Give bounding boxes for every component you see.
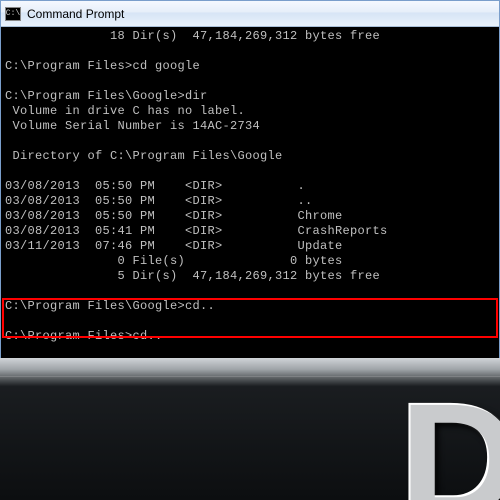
line: 5 Dir(s) 47,184,269,312 bytes free	[5, 269, 380, 283]
wallpaper-letter: D	[400, 368, 500, 500]
line: 18 Dir(s) 47,184,269,312 bytes free	[5, 29, 380, 43]
prompt-line: C:\Program Files\Google>dir	[5, 89, 208, 103]
prompt-line: C:\Program Files>cd..	[5, 329, 163, 343]
window-title: Command Prompt	[27, 7, 124, 21]
prompt-line: C:\Program Files>cd google	[5, 59, 200, 73]
titlebar[interactable]: C:\ Command Prompt	[1, 1, 499, 27]
dir-row: 03/11/2013 07:46 PM <DIR> Update	[5, 239, 343, 253]
cmd-icon-glyph: C:\	[6, 10, 20, 18]
dir-row: 03/08/2013 05:41 PM <DIR> CrashReports	[5, 224, 388, 238]
line: Directory of C:\Program Files\Google	[5, 149, 283, 163]
line: Volume Serial Number is 14AC-2734	[5, 119, 260, 133]
dir-row: 03/08/2013 05:50 PM <DIR> Chrome	[5, 209, 343, 223]
terminal-output[interactable]: 18 Dir(s) 47,184,269,312 bytes free C:\P…	[1, 27, 499, 406]
cmd-icon: C:\	[5, 7, 21, 21]
dir-row: 03/08/2013 05:50 PM <DIR> ..	[5, 194, 313, 208]
command-prompt-window: C:\ Command Prompt 18 Dir(s) 47,184,269,…	[0, 0, 500, 407]
desktop-background: D	[0, 358, 500, 500]
dir-row: 03/08/2013 05:50 PM <DIR> .	[5, 179, 305, 193]
line: Volume in drive C has no label.	[5, 104, 245, 118]
prompt-line: C:\Program Files\Google>cd..	[5, 299, 215, 313]
line: 0 File(s) 0 bytes	[5, 254, 343, 268]
